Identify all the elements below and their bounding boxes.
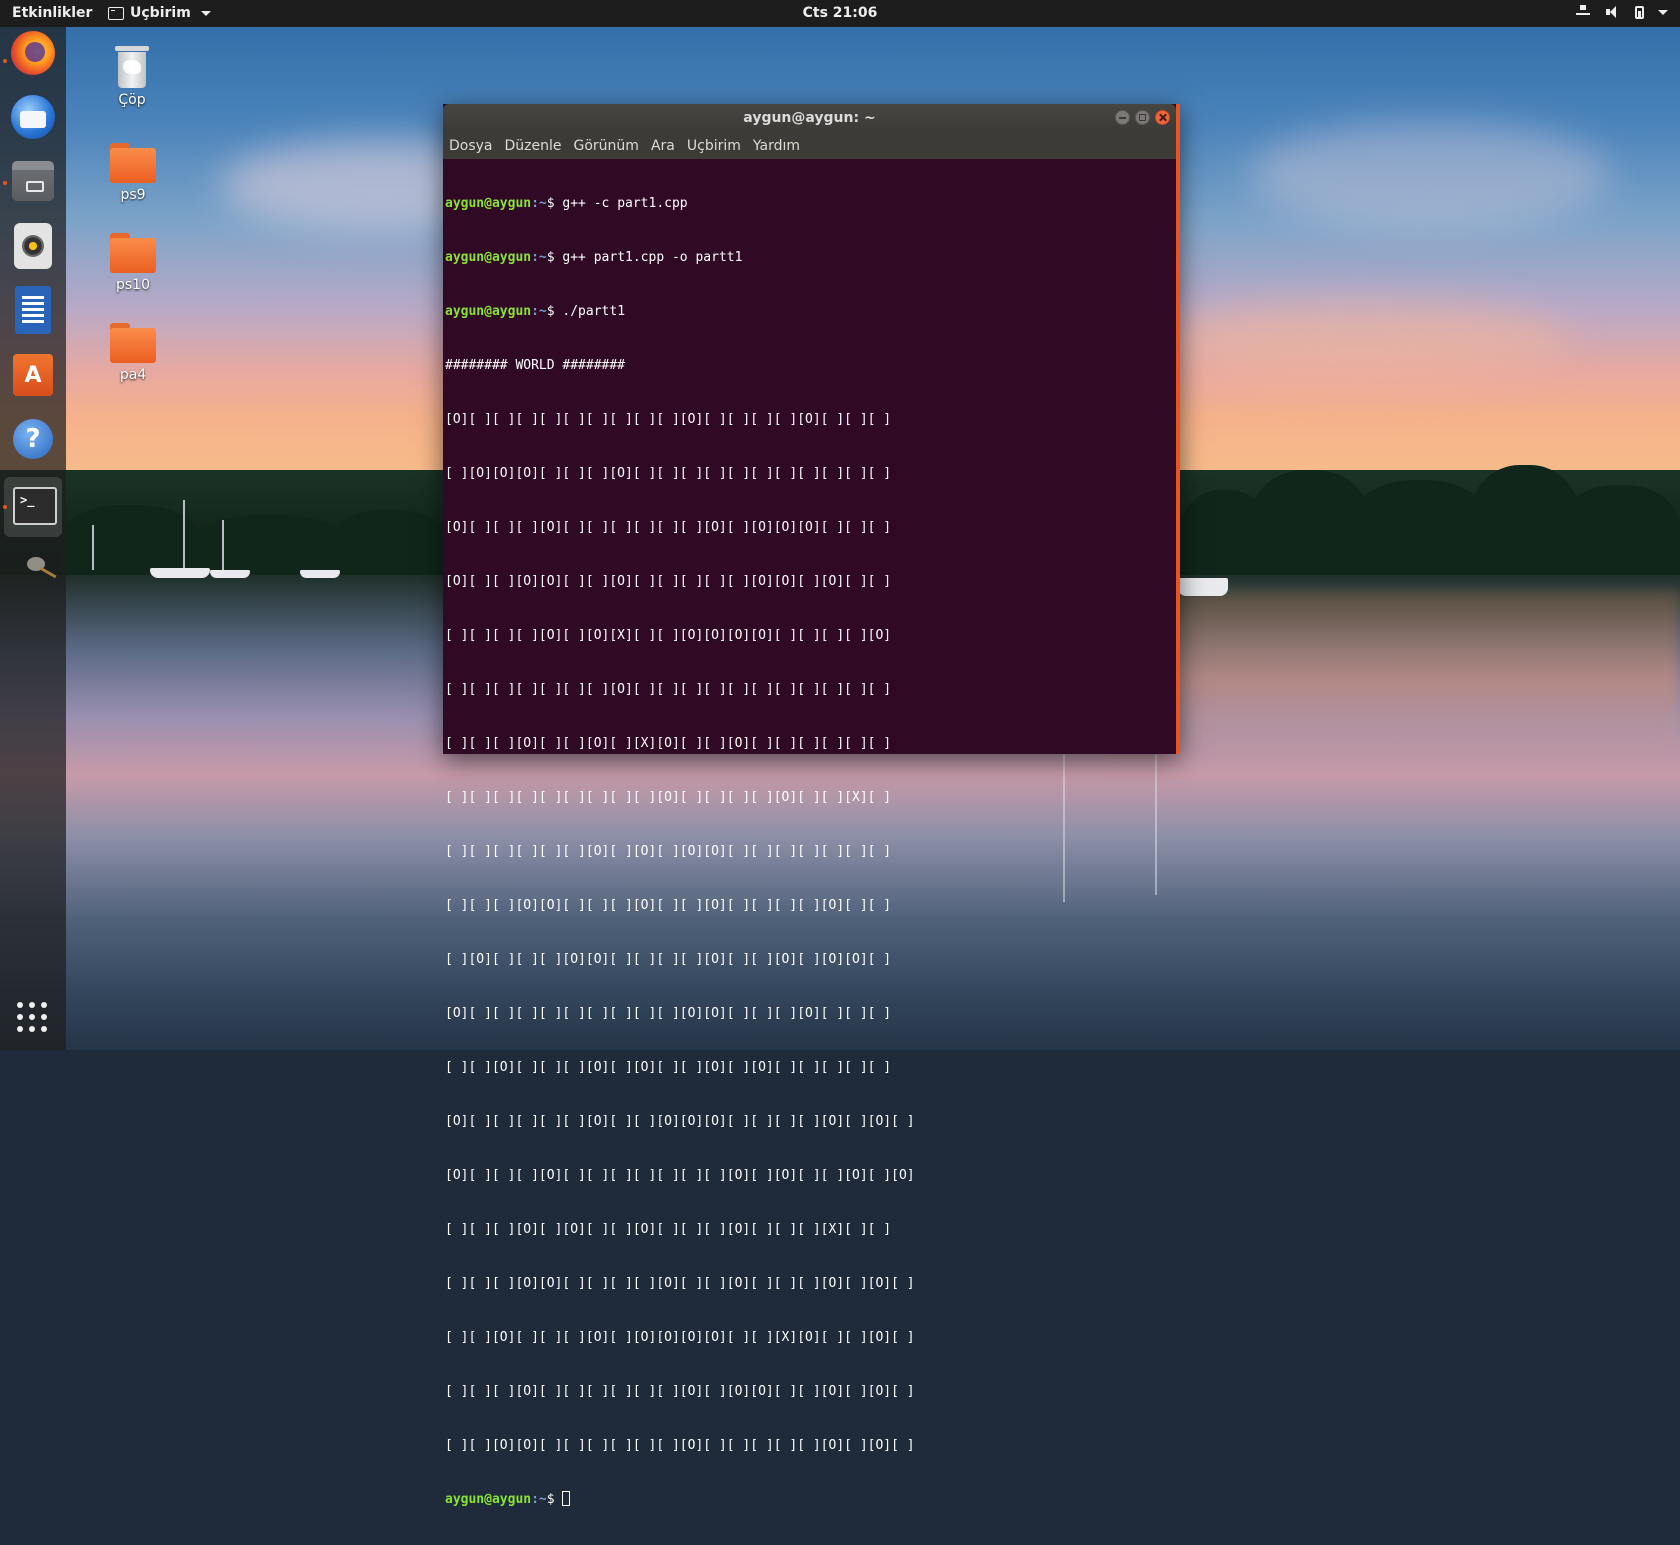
terminal-window[interactable]: aygun@aygun: ~ Dosya Düzenle Görünüm Ara…	[443, 104, 1180, 1507]
thunderbird-icon	[11, 95, 55, 139]
dock-item-rhythmbox[interactable]	[9, 222, 57, 270]
ubuntu-software-icon: A	[13, 354, 53, 396]
menu-search[interactable]: Ara	[645, 138, 681, 154]
output-line: [ ][ ][ ][O][ ][ ][ ][ ][ ][ ][O][ ][O][…	[445, 1384, 915, 1399]
volume-icon[interactable]	[1605, 4, 1621, 20]
menu-view[interactable]: Görünüm	[568, 138, 645, 154]
output-line: [O][ ][ ][O][O][ ][ ][O][ ][ ][ ][ ][ ][…	[445, 574, 892, 589]
dock-item-gimp[interactable]	[9, 547, 57, 595]
dock-item-files[interactable]	[3, 157, 57, 205]
rhythmbox-icon	[14, 223, 52, 269]
show-applications-icon[interactable]	[17, 1002, 47, 1032]
dock-item-software[interactable]: A	[9, 351, 57, 399]
output-line: [O][ ][ ][ ][ ][ ][ ][ ][ ][ ][O][ ][ ][…	[445, 412, 892, 427]
command-line: aygun@aygun:~$ g++ part1.cpp -o partt1	[445, 250, 743, 265]
gimp-icon	[19, 551, 59, 581]
command-text: g++ part1.cpp -o partt1	[562, 250, 743, 265]
desktop-folder-pa4[interactable]: pa4	[88, 323, 178, 383]
window-titlebar[interactable]: aygun@aygun: ~	[443, 104, 1176, 132]
folder-icon	[110, 233, 156, 273]
trash-icon	[115, 46, 149, 88]
terminal-menubar: Dosya Düzenle Görünüm Ara Uçbirim Yardım	[443, 132, 1176, 159]
window-title: aygun@aygun: ~	[743, 110, 876, 126]
desktop-icon-label: pa4	[119, 367, 147, 383]
system-tray[interactable]	[1575, 4, 1668, 20]
output-line: [O][ ][ ][ ][O][ ][ ][ ][ ][ ][ ][O][ ][…	[445, 520, 892, 535]
minimize-button[interactable]	[1115, 110, 1130, 125]
output-line: ######## WORLD ########	[445, 358, 626, 373]
terminal-icon	[108, 6, 124, 20]
output-line: [ ][ ][O][ ][ ][ ][O][ ][O][ ][ ][O][ ][…	[445, 1060, 892, 1075]
output-line: [ ][ ][O][ ][ ][ ][O][ ][O][O][O][O][ ][…	[445, 1330, 915, 1345]
desktop-icon-label: Çöp	[118, 92, 146, 108]
folder-icon	[110, 323, 156, 363]
dock-item-thunderbird[interactable]	[9, 93, 57, 141]
output-line: [O][ ][ ][ ][ ][ ][O][ ][ ][O][O][O][ ][…	[445, 1114, 915, 1129]
command-line: aygun@aygun:~$ ./partt1	[445, 304, 626, 319]
activities-button[interactable]: Etkinlikler	[12, 5, 92, 21]
desktop-icon-label: ps10	[116, 277, 150, 293]
battery-icon[interactable]	[1635, 6, 1644, 19]
terminal-icon: >_	[13, 487, 57, 525]
menu-terminal[interactable]: Uçbirim	[681, 138, 747, 154]
libreoffice-writer-icon	[15, 286, 51, 334]
output-line: [ ][O][ ][ ][ ][O][O][ ][ ][ ][ ][O][ ][…	[445, 952, 892, 967]
command-line: aygun@aygun:~$ g++ -c part1.cpp	[445, 196, 688, 211]
desktop-folder-ps10[interactable]: ps10	[88, 233, 178, 293]
output-line: [ ][ ][ ][ ][ ][ ][ ][O][ ][ ][ ][ ][ ][…	[445, 682, 892, 697]
caret-down-icon	[200, 10, 211, 16]
output-line: [O][ ][ ][ ][O][ ][ ][ ][ ][ ][ ][ ][O][…	[445, 1168, 915, 1183]
app-menu-label: Uçbirim	[130, 5, 191, 21]
desktop-trash[interactable]: Çöp	[87, 46, 177, 108]
output-line: [ ][ ][ ][ ][O][ ][O][X][ ][ ][O][O][O][…	[445, 628, 892, 643]
folder-icon	[110, 143, 156, 183]
network-icon[interactable]	[1575, 4, 1591, 20]
close-button[interactable]	[1155, 110, 1170, 125]
dock-item-writer[interactable]	[9, 286, 57, 334]
command-text: ./partt1	[562, 304, 626, 319]
output-line: [O][ ][ ][ ][ ][ ][ ][ ][ ][ ][O][O][ ][…	[445, 1006, 892, 1021]
maximize-button[interactable]	[1135, 110, 1150, 125]
prompt-line: aygun@aygun:~$	[445, 1491, 1174, 1509]
chevron-down-icon[interactable]	[1658, 9, 1668, 15]
firefox-icon	[11, 31, 55, 75]
output-line: [ ][ ][ ][O][O][ ][ ][ ][O][ ][ ][O][ ][…	[445, 898, 892, 913]
output-line: [ ][ ][ ][ ][ ][ ][O][ ][O][ ][O][O][ ][…	[445, 844, 892, 859]
output-line: [ ][ ][ ][O][ ][O][ ][ ][O][ ][ ][ ][O][…	[445, 1222, 892, 1237]
command-text: g++ -c part1.cpp	[562, 196, 688, 211]
clock[interactable]: Cts 21:06	[803, 5, 878, 21]
dock-item-help[interactable]: ?	[9, 415, 57, 463]
menu-edit[interactable]: Düzenle	[499, 138, 568, 154]
menu-file[interactable]: Dosya	[443, 138, 499, 154]
output-line: [ ][ ][ ][ ][ ][ ][ ][ ][ ][O][ ][ ][ ][…	[445, 790, 892, 805]
files-icon	[12, 161, 54, 201]
output-line: [ ][ ][ ][O][O][ ][ ][ ][ ][O][ ][ ][O][…	[445, 1276, 915, 1291]
output-line: [ ][O][O][O][ ][ ][ ][O][ ][ ][ ][ ][ ][…	[445, 466, 892, 481]
terminal-output[interactable]: aygun@aygun:~$ g++ -c part1.cpp aygun@ay…	[443, 159, 1174, 1507]
menu-help[interactable]: Yardım	[747, 138, 806, 154]
help-icon: ?	[13, 419, 53, 459]
text-cursor	[562, 1491, 571, 1506]
dock-item-terminal[interactable]: >_	[3, 477, 62, 537]
dock-item-firefox[interactable]	[3, 29, 57, 77]
output-line: [ ][ ][O][O][ ][ ][ ][ ][ ][ ][O][ ][ ][…	[445, 1438, 915, 1453]
output-line: [ ][ ][ ][O][ ][ ][O][ ][X][O][ ][ ][O][…	[445, 736, 892, 751]
dock: A ? >_	[0, 27, 66, 1050]
desktop-folder-ps9[interactable]: ps9	[88, 143, 178, 203]
app-menu-button[interactable]: Uçbirim	[108, 5, 211, 21]
top-bar: Etkinlikler Uçbirim Cts 21:06	[0, 0, 1680, 27]
desktop-icon-label: ps9	[120, 187, 146, 203]
